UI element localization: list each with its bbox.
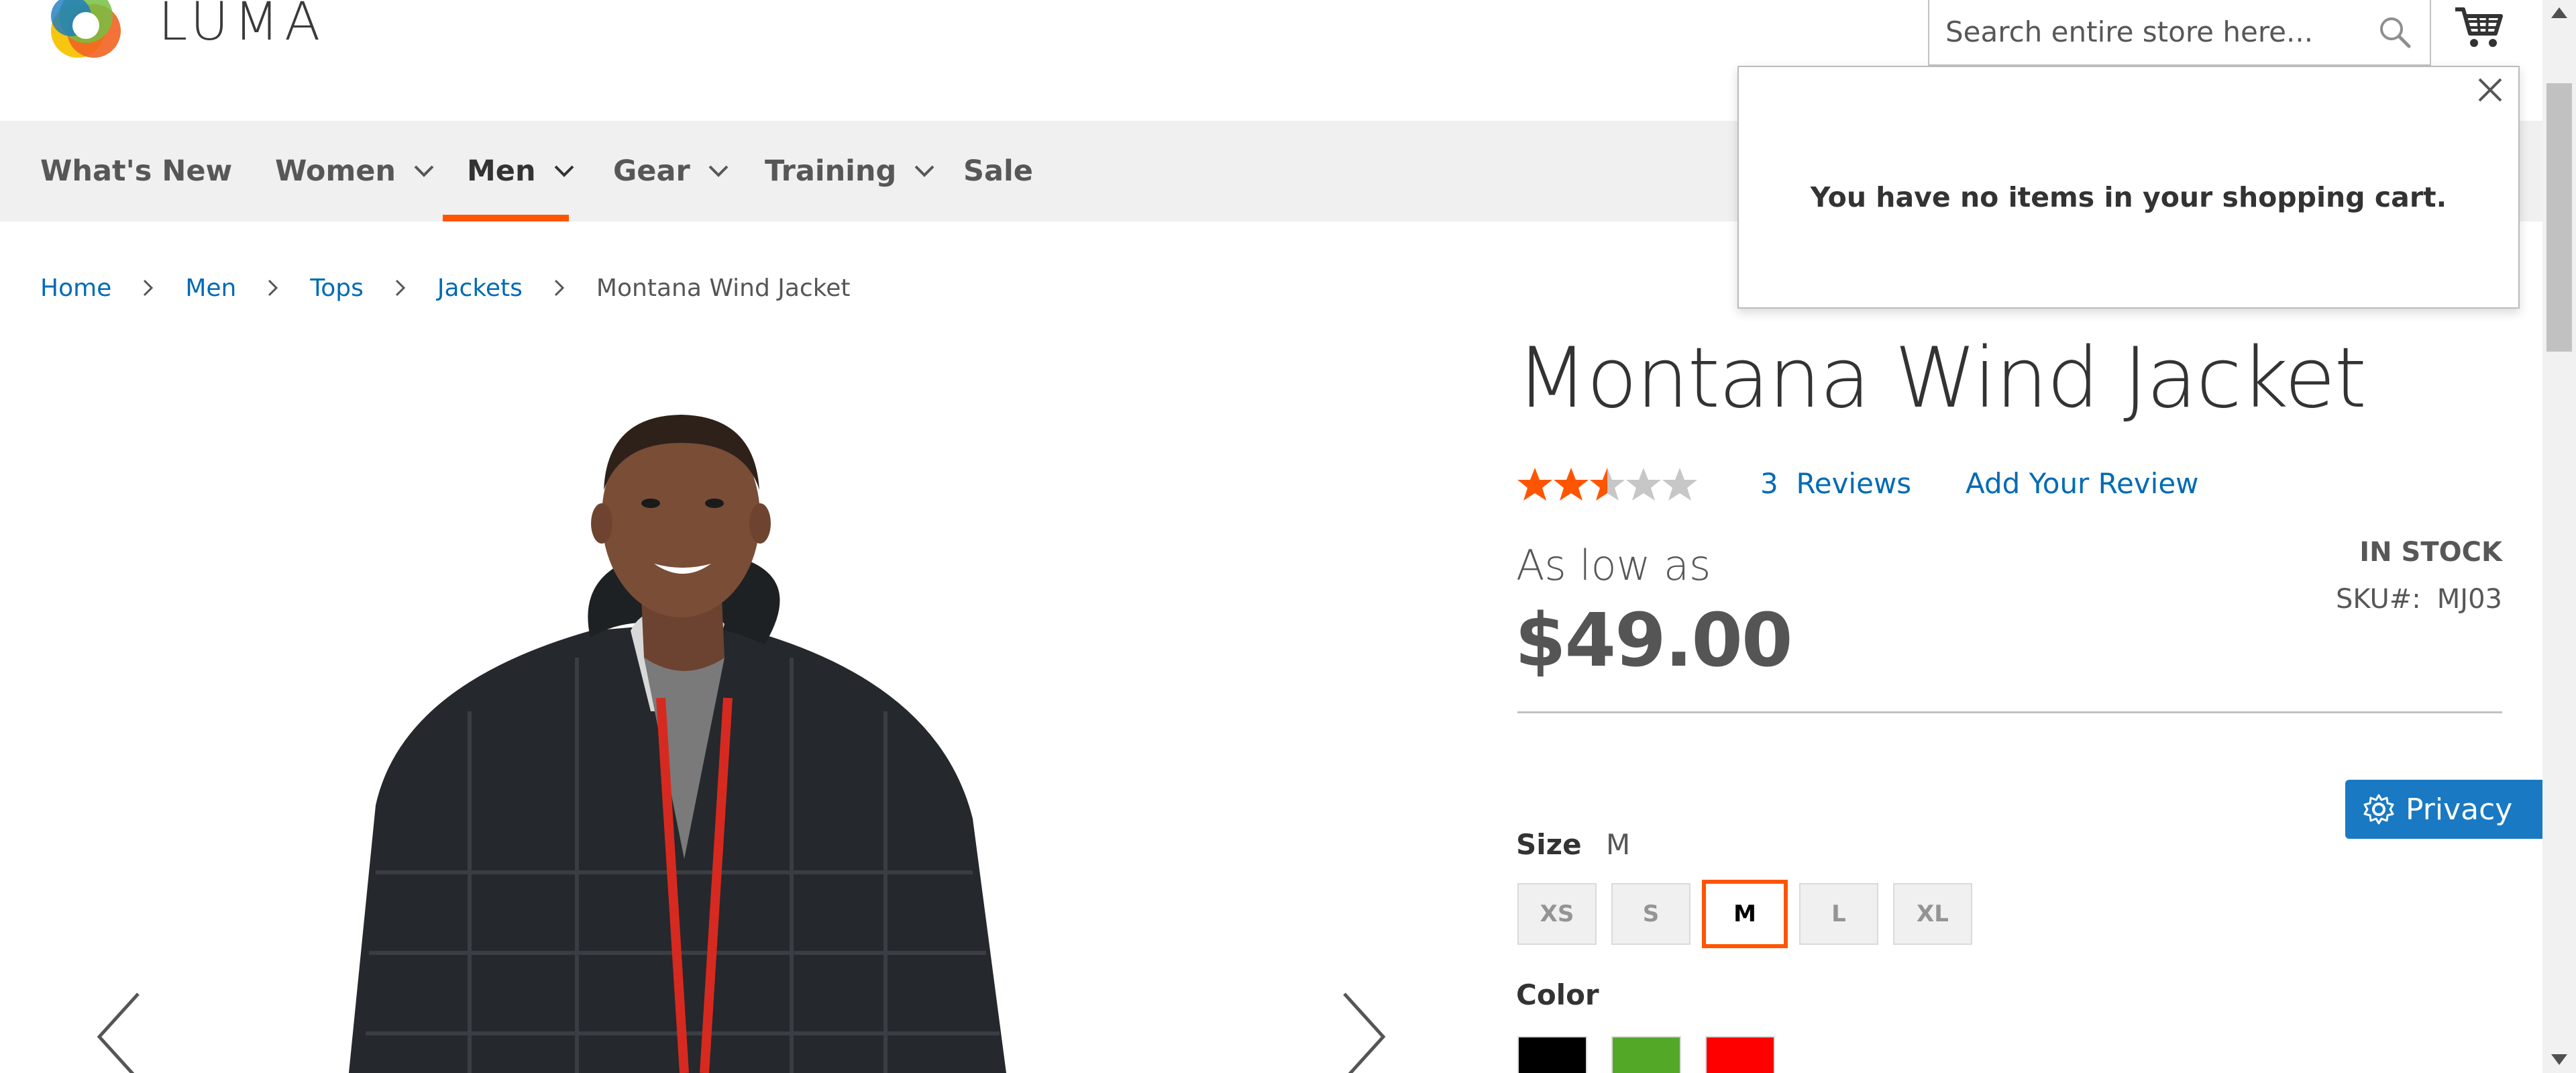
product-price: $49.00 [1515, 597, 1792, 683]
gallery-next-arrow-icon[interactable] [1335, 990, 1389, 1073]
nav-item-whats-new[interactable]: What's New [40, 121, 232, 221]
search-box [1928, 0, 2431, 66]
reviews-label: Reviews [1796, 467, 1912, 500]
nav-item-label: Training [765, 154, 897, 188]
nav-item-label: Women [275, 154, 396, 188]
size-label: Size [1516, 828, 1582, 861]
star-half-icon [1590, 468, 1625, 501]
gallery-prev-arrow-icon[interactable] [94, 990, 148, 1073]
chevron-down-icon [554, 165, 574, 177]
search-icon[interactable] [2377, 15, 2412, 50]
logo-text[interactable]: LUMA [158, 0, 325, 52]
size-swatch-xs[interactable]: XS [1517, 883, 1597, 945]
scroll-thumb[interactable] [2546, 83, 2572, 352]
privacy-button[interactable]: Privacy [2345, 780, 2542, 839]
scroll-up-icon[interactable] [2549, 5, 2569, 20]
chevron-down-icon [914, 165, 934, 177]
size-selected-value: M [1606, 828, 1631, 861]
reviews-count: 3 [1760, 467, 1778, 500]
cart-icon[interactable] [2454, 4, 2504, 51]
chevron-down-icon [414, 165, 434, 177]
size-swatches: XS S M L XL [1517, 880, 1987, 948]
price-prefix: As low as [1516, 541, 1711, 590]
reviews-link[interactable]: 3 Reviews [1760, 467, 1911, 500]
page-scrollbar[interactable] [2542, 0, 2576, 1073]
color-label: Color [1516, 978, 1599, 1011]
product-gallery [0, 336, 1462, 1073]
chevron-right-icon [554, 279, 565, 297]
nav-item-label: Men [467, 154, 536, 188]
divider [1517, 711, 2502, 713]
size-swatch-xl[interactable]: XL [1893, 883, 1972, 945]
minicart-empty-message: You have no items in your shopping cart. [1810, 181, 2447, 213]
nav-item-men[interactable]: Men [467, 121, 575, 221]
star-empty-icon [1662, 468, 1697, 501]
product-rating [1516, 464, 1697, 505]
nav-item-label: Sale [963, 154, 1033, 188]
nav-item-training[interactable]: Training [765, 121, 935, 221]
product-title: Montana Wind Jacket [1516, 330, 2367, 427]
nav-item-label: What's New [40, 154, 233, 188]
size-swatch-s[interactable]: S [1611, 883, 1690, 945]
breadcrumb: Home Men Tops Jackets Montana Wind Jacke… [40, 271, 851, 305]
star-filled-icon [1554, 468, 1589, 501]
size-swatch-m[interactable]: M [1702, 880, 1788, 948]
breadcrumb-jackets[interactable]: Jackets [437, 274, 523, 302]
sku-value: MJ03 [2436, 584, 2502, 615]
color-swatch-black[interactable] [1517, 1036, 1587, 1073]
nav-item-sale[interactable]: Sale [963, 121, 1033, 221]
nav-active-indicator [443, 215, 569, 221]
close-icon[interactable] [2475, 75, 2505, 105]
sku-label: SKU#: [2335, 584, 2421, 615]
breadcrumb-tops[interactable]: Tops [310, 274, 364, 302]
color-swatch-green[interactable] [1611, 1036, 1681, 1073]
chevron-down-icon [708, 165, 729, 177]
nav-item-label: Gear [613, 154, 690, 188]
luma-logo-icon[interactable] [39, 0, 133, 70]
product-image[interactable] [0, 336, 1462, 1073]
breadcrumb-current: Montana Wind Jacket [596, 274, 851, 302]
size-swatch-l[interactable]: L [1799, 883, 1878, 945]
search-input[interactable] [1945, 8, 2361, 55]
chevron-right-icon [268, 279, 278, 297]
color-swatches [1517, 1036, 1799, 1073]
star-filled-icon [1517, 468, 1552, 501]
nav-item-women[interactable]: Women [275, 121, 435, 221]
minicart-dropdown: You have no items in your shopping cart. [1737, 66, 2520, 309]
chevron-right-icon [395, 279, 405, 297]
gear-icon [2363, 794, 2394, 825]
add-review-link[interactable]: Add Your Review [1966, 467, 2199, 500]
product-sku: SKU#: MJ03 [2336, 584, 2502, 615]
star-empty-icon [1626, 468, 1661, 501]
chevron-right-icon [144, 279, 154, 297]
nav-item-gear[interactable]: Gear [613, 121, 729, 221]
breadcrumb-home[interactable]: Home [40, 274, 111, 302]
breadcrumb-men[interactable]: Men [185, 274, 236, 302]
privacy-label: Privacy [2406, 792, 2513, 827]
scroll-down-icon[interactable] [2549, 1052, 2569, 1067]
stock-status: IN STOCK [2359, 537, 2502, 568]
color-swatch-red[interactable] [1705, 1036, 1775, 1073]
